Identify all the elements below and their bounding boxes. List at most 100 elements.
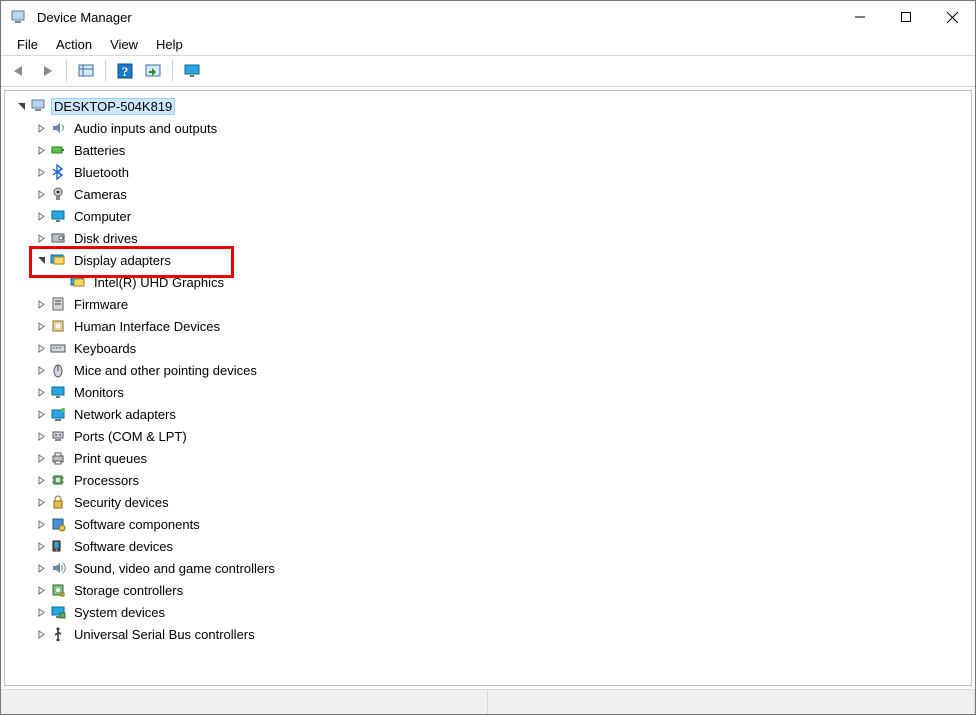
scan-hardware-button[interactable] bbox=[141, 59, 165, 83]
expand-arrow-icon[interactable] bbox=[33, 494, 49, 510]
tree-category-label: Software devices bbox=[71, 538, 176, 555]
tree-category[interactable]: Audio inputs and outputs bbox=[7, 117, 969, 139]
tree-category-label: Security devices bbox=[71, 494, 172, 511]
tree-category-label: Cameras bbox=[71, 186, 130, 203]
tree-device[interactable]: Intel(R) UHD Graphics bbox=[7, 271, 969, 293]
tree-category[interactable]: Batteries bbox=[7, 139, 969, 161]
collapse-arrow-icon[interactable] bbox=[33, 252, 49, 268]
expand-arrow-icon[interactable] bbox=[33, 604, 49, 620]
close-button[interactable] bbox=[929, 1, 975, 33]
tree-category[interactable]: Computer bbox=[7, 205, 969, 227]
maximize-button[interactable] bbox=[883, 1, 929, 33]
tree-category[interactable]: Display adapters bbox=[7, 249, 969, 271]
tree-category-label: Processors bbox=[71, 472, 142, 489]
menu-view[interactable]: View bbox=[102, 35, 146, 54]
tree-category-label: Software components bbox=[71, 516, 203, 533]
software-icon bbox=[49, 515, 67, 533]
expand-arrow-icon[interactable] bbox=[33, 582, 49, 598]
ports-icon bbox=[49, 427, 67, 445]
expand-arrow-icon[interactable] bbox=[33, 428, 49, 444]
forward-button[interactable] bbox=[35, 59, 59, 83]
tree-category-label: Firmware bbox=[71, 296, 131, 313]
help-button[interactable]: ? bbox=[113, 59, 137, 83]
back-button[interactable] bbox=[7, 59, 31, 83]
expand-arrow-icon[interactable] bbox=[33, 516, 49, 532]
tree-category[interactable]: Sound, video and game controllers bbox=[7, 557, 969, 579]
window-title: Device Manager bbox=[37, 10, 132, 25]
cpu-icon bbox=[49, 471, 67, 489]
monitor-icon bbox=[49, 383, 67, 401]
expand-arrow-icon[interactable] bbox=[33, 142, 49, 158]
tree-category-label: Storage controllers bbox=[71, 582, 186, 599]
expand-arrow-icon[interactable] bbox=[33, 340, 49, 356]
menu-action[interactable]: Action bbox=[48, 35, 100, 54]
expand-arrow-icon[interactable] bbox=[33, 230, 49, 246]
camera-icon bbox=[49, 185, 67, 203]
tree-category[interactable]: Ports (COM & LPT) bbox=[7, 425, 969, 447]
tree-category[interactable]: Mice and other pointing devices bbox=[7, 359, 969, 381]
storage-icon bbox=[49, 581, 67, 599]
show-all-devices-button[interactable] bbox=[74, 59, 98, 83]
expand-arrow-icon[interactable] bbox=[33, 296, 49, 312]
expand-arrow-icon[interactable] bbox=[33, 120, 49, 136]
tree-category-label: Keyboards bbox=[71, 340, 139, 357]
tree-category-label: Human Interface Devices bbox=[71, 318, 223, 335]
keyboard-icon bbox=[49, 339, 67, 357]
expand-arrow-icon[interactable] bbox=[33, 362, 49, 378]
expand-arrow-icon[interactable] bbox=[33, 406, 49, 422]
minimize-button[interactable] bbox=[837, 1, 883, 33]
firmware-icon bbox=[49, 295, 67, 313]
tree-category-label: Batteries bbox=[71, 142, 128, 159]
tree-category[interactable]: Human Interface Devices bbox=[7, 315, 969, 337]
tree-category[interactable]: System devices bbox=[7, 601, 969, 623]
tree-category[interactable]: Disk drives bbox=[7, 227, 969, 249]
tree-category[interactable]: Storage controllers bbox=[7, 579, 969, 601]
tree-category-label: Sound, video and game controllers bbox=[71, 560, 278, 577]
tree-root-label: DESKTOP-504K819 bbox=[51, 98, 175, 115]
toolbar-separator bbox=[105, 60, 106, 82]
collapse-arrow-icon[interactable] bbox=[13, 98, 29, 114]
display-icon bbox=[49, 251, 67, 269]
tree-category[interactable]: Universal Serial Bus controllers bbox=[7, 623, 969, 645]
tree-category[interactable]: Cameras bbox=[7, 183, 969, 205]
status-cell bbox=[488, 690, 975, 714]
tree-device-label: Intel(R) UHD Graphics bbox=[91, 274, 227, 291]
expand-arrow-icon[interactable] bbox=[33, 318, 49, 334]
expand-arrow-icon[interactable] bbox=[33, 538, 49, 554]
menu-file[interactable]: File bbox=[9, 35, 46, 54]
window-controls bbox=[837, 1, 975, 33]
app-icon bbox=[9, 8, 27, 26]
monitor-icon bbox=[49, 207, 67, 225]
expand-arrow-icon[interactable] bbox=[33, 208, 49, 224]
tree-category-label: Audio inputs and outputs bbox=[71, 120, 220, 137]
tree-category[interactable]: Monitors bbox=[7, 381, 969, 403]
expand-arrow-icon[interactable] bbox=[33, 472, 49, 488]
tree-category[interactable]: Bluetooth bbox=[7, 161, 969, 183]
tree-pane[interactable]: DESKTOP-504K819 Audio inputs and outputs… bbox=[4, 90, 972, 686]
expand-arrow-icon[interactable] bbox=[33, 384, 49, 400]
menubar: File Action View Help bbox=[1, 33, 975, 55]
tree-category[interactable]: Security devices bbox=[7, 491, 969, 513]
tree-category-label: Monitors bbox=[71, 384, 127, 401]
expand-arrow-icon[interactable] bbox=[33, 560, 49, 576]
tree-category[interactable]: Print queues bbox=[7, 447, 969, 469]
expand-arrow-icon[interactable] bbox=[33, 164, 49, 180]
bluetooth-icon bbox=[49, 163, 67, 181]
tree-category[interactable]: Keyboards bbox=[7, 337, 969, 359]
monitor-button[interactable] bbox=[180, 59, 204, 83]
expand-arrow-icon[interactable] bbox=[33, 626, 49, 642]
tree-category[interactable]: Software components bbox=[7, 513, 969, 535]
menu-help[interactable]: Help bbox=[148, 35, 191, 54]
tree-category[interactable]: Processors bbox=[7, 469, 969, 491]
tree-category[interactable]: Software devices bbox=[7, 535, 969, 557]
tree-root[interactable]: DESKTOP-504K819 bbox=[7, 95, 969, 117]
expand-arrow-icon[interactable] bbox=[33, 186, 49, 202]
titlebar: Device Manager bbox=[1, 1, 975, 33]
battery-icon bbox=[49, 141, 67, 159]
expand-arrow-icon[interactable] bbox=[33, 450, 49, 466]
status-cell bbox=[1, 690, 488, 714]
tree-category[interactable]: Network adapters bbox=[7, 403, 969, 425]
system-icon bbox=[49, 603, 67, 621]
disk-icon bbox=[49, 229, 67, 247]
tree-category[interactable]: Firmware bbox=[7, 293, 969, 315]
